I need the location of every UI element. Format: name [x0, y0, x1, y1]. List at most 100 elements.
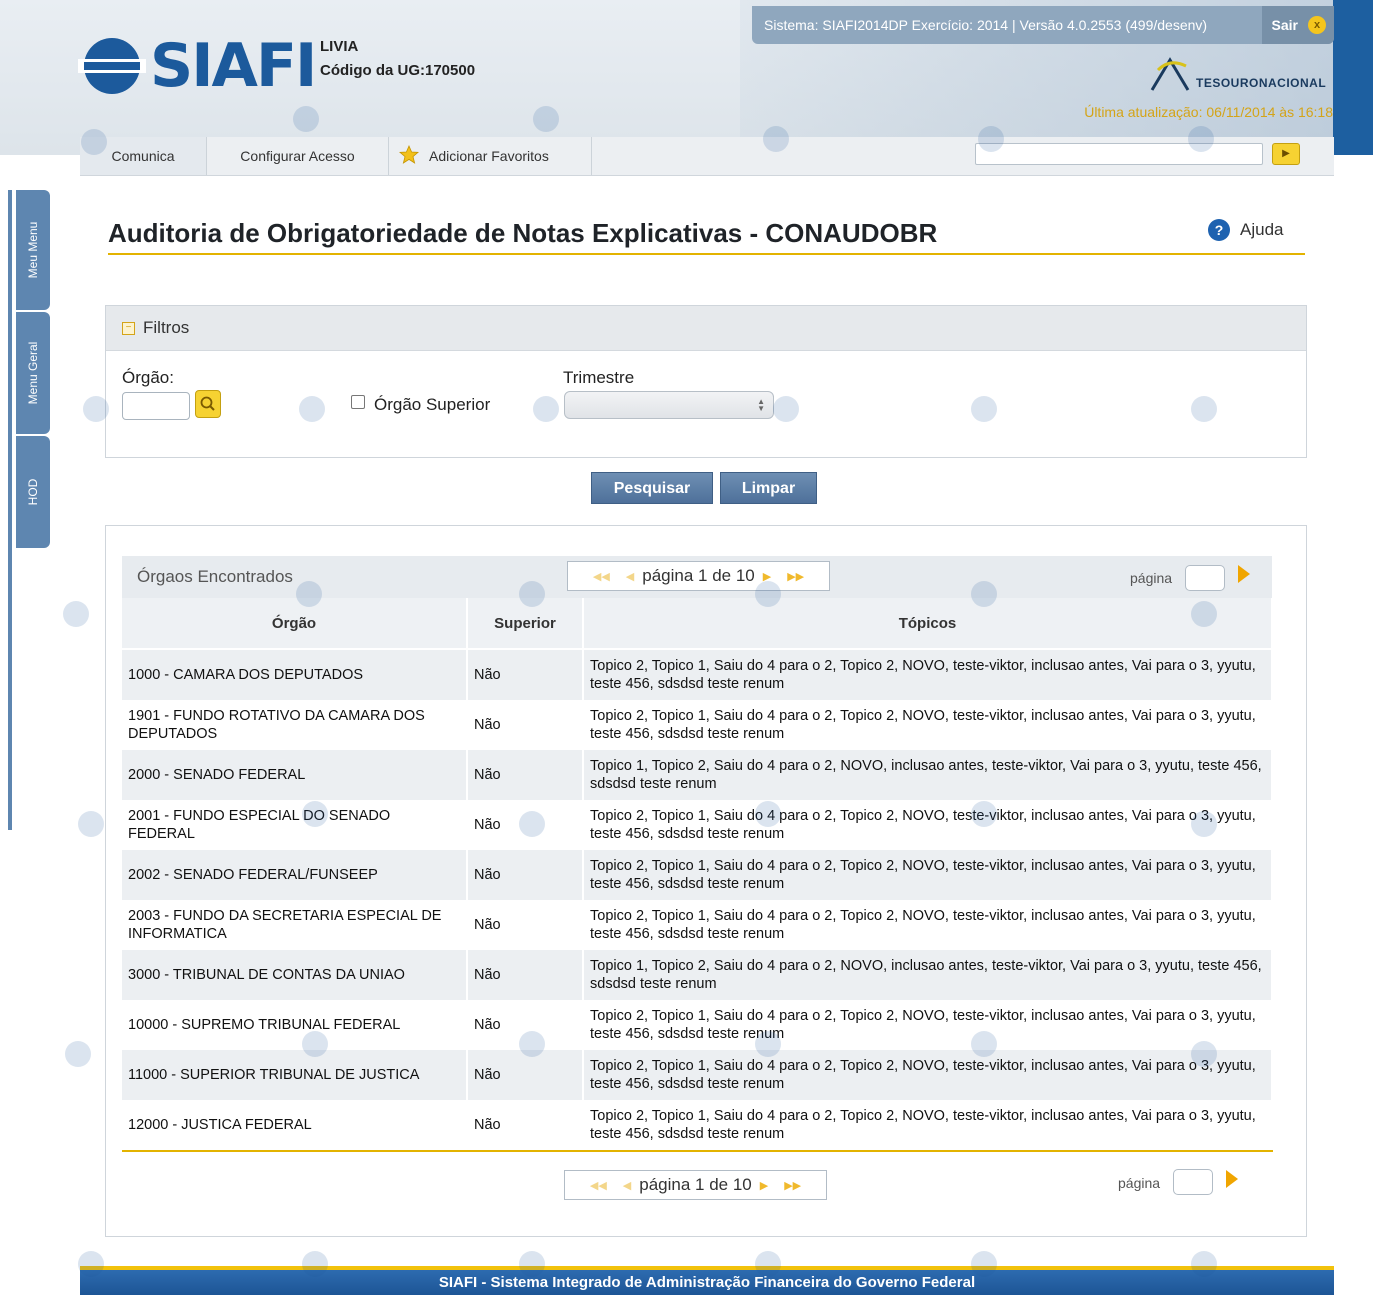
tab-meu-menu-label: Meu Menu: [26, 221, 40, 279]
cell-superior: Não: [467, 950, 584, 1000]
results-title: Órgaos Encontrados: [137, 567, 293, 586]
magnifier-icon: [200, 396, 215, 411]
tab-meu-menu[interactable]: Meu Menu: [16, 190, 50, 310]
menu-comunica[interactable]: Comunica: [80, 137, 207, 175]
tab-hod-label: HOD: [26, 478, 40, 506]
tab-menu-geral[interactable]: Menu Geral: [16, 312, 50, 434]
table-row[interactable]: 2000 - SENADO FEDERAL Não Topico 1, Topico…: [122, 750, 1273, 800]
help-link[interactable]: ? Ajuda: [1208, 219, 1283, 241]
page-jump-go-icon[interactable]: [1238, 565, 1250, 583]
pager-bottom: ◀◀ ◀ página 1 de 10 ▶ ▶▶: [564, 1170, 827, 1200]
results-table: Órgão Superior Tópicos 1000 - CAMARA DOS…: [122, 598, 1273, 1152]
orgao-search-button[interactable]: [195, 390, 221, 418]
cell-superior: Não: [467, 1100, 584, 1152]
favoritos-label: Adicionar Favoritos: [429, 148, 549, 164]
table-row[interactable]: 12000 - JUSTICA FEDERAL Não Topico 2, Topi…: [122, 1100, 1273, 1152]
cell-topicos: Topico 2, Topico 1, Saiu do 4 para o 2, …: [583, 649, 1273, 700]
table-row[interactable]: 1901 - FUNDO ROTATIVO DA CAMARA DOS DEPU…: [122, 700, 1273, 750]
cell-topicos: Topico 2, Topico 1, Saiu do 4 para o 2, …: [583, 1050, 1273, 1100]
cell-orgao: 12000 - JUSTICA FEDERAL: [122, 1100, 468, 1152]
pager-text: página 1 de 10: [639, 1175, 752, 1194]
page-jump-input[interactable]: [1185, 565, 1225, 591]
table-row[interactable]: 11000 - SUPERIOR TRIBUNAL DE JUSTICA Não T…: [122, 1050, 1273, 1100]
last-page-icon[interactable]: ▶▶: [784, 1179, 801, 1192]
filters-title: Filtros: [143, 318, 190, 337]
next-page-icon[interactable]: ▶: [763, 570, 771, 583]
tab-hod[interactable]: HOD: [16, 436, 50, 548]
user-info: LIVIA Código da UG:170500: [320, 35, 475, 83]
table-row[interactable]: 2003 - FUNDO DA SECRETARIA ESPECIAL DE I…: [122, 900, 1273, 950]
cell-superior: Não: [467, 649, 584, 700]
last-page-icon[interactable]: ▶▶: [787, 570, 804, 583]
user-name: LIVIA: [320, 38, 359, 55]
next-page-icon[interactable]: ▶: [760, 1179, 768, 1192]
cell-orgao: 2003 - FUNDO DA SECRETARIA ESPECIAL DE I…: [122, 900, 468, 950]
cell-topicos: Topico 2, Topico 1, Saiu do 4 para o 2, …: [583, 1100, 1273, 1152]
tab-menu-geral-label: Menu Geral: [26, 341, 40, 405]
page-jump-input[interactable]: [1173, 1169, 1213, 1195]
cell-orgao: 11000 - SUPERIOR TRIBUNAL DE JUSTICA: [122, 1050, 468, 1100]
column-header-superior[interactable]: Superior: [467, 598, 584, 650]
pesquisar-button[interactable]: Pesquisar: [591, 472, 713, 504]
system-info-bar: Sistema: SIAFI2014DP Exercício: 2014 | V…: [752, 6, 1334, 44]
cell-orgao: 10000 - SUPREMO TRIBUNAL FEDERAL: [122, 1000, 468, 1050]
column-header-topicos[interactable]: Tópicos: [583, 598, 1273, 650]
cell-orgao: 1000 - CAMARA DOS DEPUTADOS: [122, 649, 468, 700]
first-page-icon[interactable]: ◀◀: [593, 570, 610, 583]
pager-top: ◀◀ ◀ página 1 de 10 ▶ ▶▶: [567, 561, 830, 591]
menu-search-input[interactable]: [975, 143, 1263, 165]
table-row[interactable]: 3000 - TRIBUNAL DE CONTAS DA UNIAO Não Top…: [122, 950, 1273, 1000]
side-tabs-line: [8, 190, 12, 830]
cell-superior: Não: [467, 800, 584, 850]
last-update: Última atualização: 06/11/2014 às 16:18: [1084, 104, 1333, 120]
help-icon: ?: [1208, 219, 1230, 241]
select-arrows-icon: ▲ ▼: [757, 397, 765, 413]
header-blue-strip: [1333, 0, 1373, 155]
column-header-orgao[interactable]: Órgão: [122, 598, 468, 650]
cell-orgao: 3000 - TRIBUNAL DE CONTAS DA UNIAO: [122, 950, 468, 1000]
cell-topicos: Topico 2, Topico 1, Saiu do 4 para o 2, …: [583, 800, 1273, 850]
limpar-button[interactable]: Limpar: [720, 472, 817, 504]
trimestre-select[interactable]: ▲ ▼: [564, 391, 774, 419]
table-row[interactable]: 2001 - FUNDO ESPECIAL DO SENADO FEDERAL N…: [122, 800, 1273, 850]
menu-bar: Comunica Configurar Acesso Adicionar Fav…: [80, 137, 1334, 176]
page-jump-label: página: [1130, 570, 1173, 586]
page-jump-label: página: [1118, 1175, 1161, 1191]
filters-header[interactable]: − Filtros: [106, 306, 1306, 351]
siafi-logo-text: SIAFI: [150, 31, 317, 101]
ug-code-line: Código da UG:170500: [320, 59, 475, 83]
siafi-emblem-icon: [78, 38, 146, 94]
first-page-icon[interactable]: ◀◀: [590, 1179, 607, 1192]
cell-topicos: Topico 2, Topico 1, Saiu do 4 para o 2, …: [583, 850, 1273, 900]
page-jump-go-icon[interactable]: [1226, 1170, 1238, 1188]
side-tabs: Meu Menu Menu Geral HOD: [8, 190, 50, 830]
table-row[interactable]: 2002 - SENADO FEDERAL/FUNSEEP Não Topico 2…: [122, 850, 1273, 900]
cell-orgao: 2001 - FUNDO ESPECIAL DO SENADO FEDERAL: [122, 800, 468, 850]
prev-page-icon[interactable]: ◀: [626, 570, 634, 583]
system-info: Sistema: SIAFI2014DP Exercício: 2014 | V…: [764, 17, 1208, 33]
menu-adicionar-favoritos[interactable]: Adicionar Favoritos: [389, 137, 592, 175]
cell-topicos: Topico 1, Topico 2, Saiu do 4 para o 2, …: [583, 750, 1273, 800]
menu-search-go-button[interactable]: ▶: [1272, 143, 1300, 165]
page-title: Auditoria de Obrigatoriedade de Notas Ex…: [108, 218, 938, 248]
cell-superior: Não: [467, 750, 584, 800]
cell-superior: Não: [467, 850, 584, 900]
tesouro-nacional-logo: TESOURONACIONAL: [1148, 52, 1326, 92]
cell-orgao: 2000 - SENADO FEDERAL: [122, 750, 468, 800]
orgao-input[interactable]: [122, 392, 190, 420]
sair-button[interactable]: Sair x: [1261, 6, 1334, 44]
tesouro-label: TESOURONACIONAL: [1196, 76, 1327, 90]
cell-topicos: Topico 2, Topico 1, Saiu do 4 para o 2, …: [583, 1000, 1273, 1050]
table-row[interactable]: 1000 - CAMARA DOS DEPUTADOS Não Topico 2, …: [122, 649, 1273, 700]
table-row[interactable]: 10000 - SUPREMO TRIBUNAL FEDERAL Não Topic…: [122, 1000, 1273, 1050]
collapse-icon[interactable]: −: [122, 322, 135, 336]
orgao-superior-checkbox[interactable]: [351, 395, 365, 409]
cell-superior: Não: [467, 1000, 584, 1050]
cell-superior: Não: [467, 700, 584, 750]
trimestre-label: Trimestre: [563, 368, 635, 387]
help-label: Ajuda: [1240, 220, 1284, 239]
prev-page-icon[interactable]: ◀: [623, 1179, 631, 1192]
cell-topicos: Topico 2, Topico 1, Saiu do 4 para o 2, …: [583, 700, 1273, 750]
menu-configurar-acesso[interactable]: Configurar Acesso: [207, 137, 389, 175]
title-divider: [108, 253, 1305, 255]
